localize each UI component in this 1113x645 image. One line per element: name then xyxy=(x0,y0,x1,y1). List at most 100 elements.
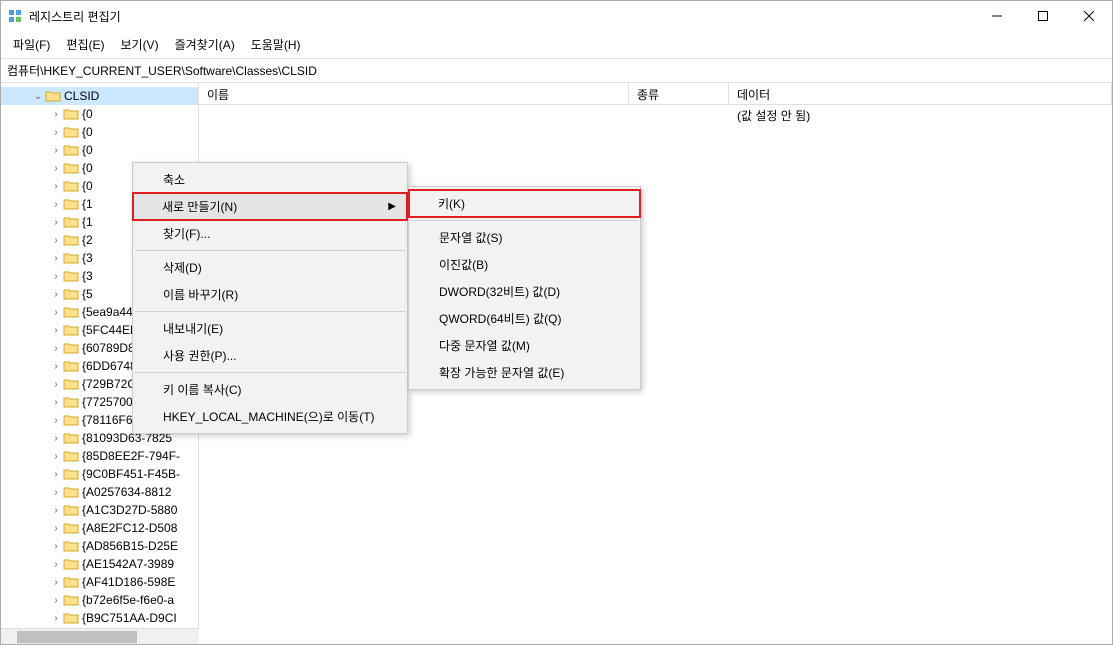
chevron-right-icon[interactable]: › xyxy=(49,451,63,462)
column-data[interactable]: 데이터 xyxy=(729,83,1112,104)
submenu-key[interactable]: 키(K) xyxy=(408,189,641,218)
chevron-right-icon[interactable]: › xyxy=(49,217,63,228)
tree-item[interactable]: ›{A1C3D27D-5880 xyxy=(1,501,198,519)
menu-rename[interactable]: 이름 바꾸기(R) xyxy=(133,281,407,308)
folder-icon xyxy=(63,413,79,427)
folder-icon xyxy=(63,503,79,517)
tree-item[interactable]: › {A8E2FC12-D508 xyxy=(1,519,198,537)
maximize-button[interactable] xyxy=(1020,1,1066,31)
tree-item[interactable]: ›{b72e6f5e-f6e0-a xyxy=(1,591,198,609)
chevron-right-icon[interactable]: › xyxy=(49,343,63,354)
chevron-right-icon[interactable]: › xyxy=(49,541,63,552)
chevron-down-icon[interactable]: ⌄ xyxy=(31,91,45,102)
submenu-expandstring[interactable]: 확장 가능한 문자열 값(E) xyxy=(409,359,640,386)
menu-edit[interactable]: 편집(E) xyxy=(58,33,112,56)
chevron-right-icon[interactable]: › xyxy=(49,433,63,444)
chevron-right-icon[interactable]: › xyxy=(49,271,63,282)
submenu-binary[interactable]: 이진값(B) xyxy=(409,251,640,278)
menu-copy-keyname[interactable]: 키 이름 복사(C) xyxy=(133,376,407,403)
app-icon xyxy=(7,8,23,24)
chevron-right-icon[interactable]: › xyxy=(49,289,63,300)
list-cell-type xyxy=(637,107,737,124)
folder-icon xyxy=(63,305,79,319)
chevron-right-icon[interactable]: › xyxy=(49,469,63,480)
chevron-right-icon[interactable]: › xyxy=(49,109,63,120)
folder-icon xyxy=(63,125,79,139)
tree-label: {A0257634-8812 xyxy=(82,485,171,499)
tree-item[interactable]: › {AE1542A7-3989 xyxy=(1,555,198,573)
tree-label: {AD856B15-D25E xyxy=(82,539,178,553)
menu-label: DWORD(32비트) 값(D) xyxy=(439,283,560,300)
close-button[interactable] xyxy=(1066,1,1112,31)
tree-item[interactable]: › {0 xyxy=(1,123,198,141)
tree-item[interactable]: › {AD856B15-D25E xyxy=(1,537,198,555)
menu-permissions[interactable]: 사용 권한(P)... xyxy=(133,342,407,369)
chevron-right-icon[interactable]: › xyxy=(49,487,63,498)
chevron-right-icon[interactable]: › xyxy=(49,163,63,174)
folder-icon xyxy=(63,341,79,355)
chevron-right-icon[interactable]: › xyxy=(49,127,63,138)
submenu-dword[interactable]: DWORD(32비트) 값(D) xyxy=(409,278,640,305)
chevron-right-icon[interactable]: › xyxy=(49,307,63,318)
tree-item[interactable]: ›{0 xyxy=(1,105,198,123)
column-type[interactable]: 종류 xyxy=(629,83,729,104)
submenu-qword[interactable]: QWORD(64비트) 값(Q) xyxy=(409,305,640,332)
tree-item[interactable]: ›{0 xyxy=(1,141,198,159)
tree-label: {A8E2FC12-D508 xyxy=(82,521,177,535)
menu-collapse[interactable]: 축소 xyxy=(133,166,407,193)
chevron-right-icon[interactable]: › xyxy=(49,379,63,390)
tree-label: {0 xyxy=(82,125,93,139)
tree-item[interactable]: › {85D8EE2F-794F- xyxy=(1,447,198,465)
chevron-right-icon[interactable]: › xyxy=(49,235,63,246)
chevron-right-icon[interactable]: › xyxy=(49,181,63,192)
chevron-right-icon[interactable]: › xyxy=(49,613,63,624)
menu-separator xyxy=(135,311,405,312)
menu-file[interactable]: 파일(F) xyxy=(5,33,58,56)
menu-label: 키(K) xyxy=(438,195,465,212)
chevron-right-icon[interactable]: › xyxy=(49,199,63,210)
horizontal-scrollbar[interactable] xyxy=(1,628,199,644)
folder-icon xyxy=(63,395,79,409)
submenu-multistring[interactable]: 다중 문자열 값(M) xyxy=(409,332,640,359)
tree-item-selected[interactable]: ⌄ CLSID xyxy=(1,87,198,105)
menu-label: 키 이름 복사(C) xyxy=(163,381,242,398)
tree-item[interactable]: › {A0257634-8812 xyxy=(1,483,198,501)
menu-help[interactable]: 도움말(H) xyxy=(243,33,309,56)
tree-label: {AE1542A7-3989 xyxy=(82,557,174,571)
chevron-right-icon[interactable]: › xyxy=(49,505,63,516)
tree-item[interactable]: › {9C0BF451-F45B- xyxy=(1,465,198,483)
tree-label: {85D8EE2F-794F- xyxy=(82,449,180,463)
chevron-right-icon[interactable]: › xyxy=(49,415,63,426)
list-row[interactable]: (값 설정 안 됨) xyxy=(199,105,1112,126)
menu-export[interactable]: 내보내기(E) xyxy=(133,315,407,342)
tree-item[interactable]: ›{AF41D186-598E xyxy=(1,573,198,591)
list-header: 이름 종류 데이터 xyxy=(199,83,1112,105)
chevron-right-icon[interactable]: › xyxy=(49,523,63,534)
chevron-right-icon[interactable]: › xyxy=(49,325,63,336)
tree-label: {9C0BF451-F45B- xyxy=(82,467,180,481)
chevron-right-icon[interactable]: › xyxy=(49,595,63,606)
menu-view[interactable]: 보기(V) xyxy=(112,33,166,56)
menu-find[interactable]: 찾기(F)... xyxy=(133,220,407,247)
minimize-button[interactable] xyxy=(974,1,1020,31)
menu-favorites[interactable]: 즐겨찾기(A) xyxy=(167,33,243,56)
menu-goto-hklm[interactable]: HKEY_LOCAL_MACHINE(으)로 이동(T) xyxy=(133,403,407,430)
tree-label: {B9C751AA-D9CI xyxy=(82,611,177,625)
chevron-right-icon[interactable]: › xyxy=(49,577,63,588)
addressbar[interactable]: 컴퓨터\HKEY_CURRENT_USER\Software\Classes\C… xyxy=(1,59,1112,83)
submenu-string[interactable]: 문자열 값(S) xyxy=(409,224,640,251)
menu-delete[interactable]: 삭제(D) xyxy=(133,254,407,281)
chevron-right-icon[interactable]: › xyxy=(49,145,63,156)
chevron-right-icon[interactable]: › xyxy=(49,397,63,408)
chevron-right-icon[interactable]: › xyxy=(49,559,63,570)
menu-new[interactable]: 새로 만들기(N) ▶ xyxy=(132,192,408,221)
tree-item[interactable]: › {B9C751AA-D9CI xyxy=(1,609,198,627)
folder-icon xyxy=(63,179,79,193)
tree-label: {1 xyxy=(82,215,93,229)
tree-label: {3 xyxy=(82,251,93,265)
chevron-right-icon[interactable]: › xyxy=(49,253,63,264)
folder-icon xyxy=(63,431,79,445)
scrollbar-thumb[interactable] xyxy=(17,631,137,643)
chevron-right-icon[interactable]: › xyxy=(49,361,63,372)
column-name[interactable]: 이름 xyxy=(199,83,629,104)
